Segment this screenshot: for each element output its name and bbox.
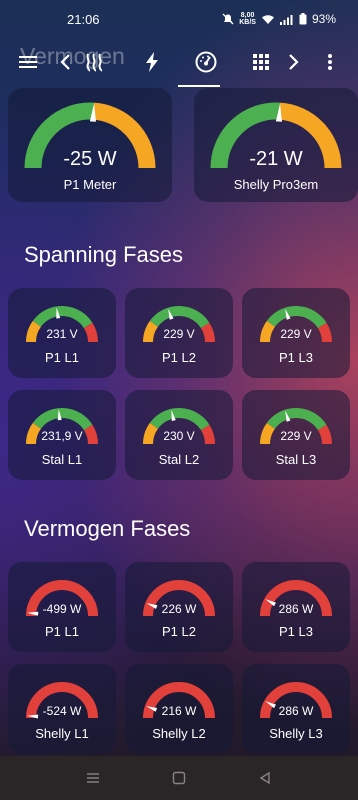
back-icon[interactable]	[258, 771, 272, 785]
mute-icon	[222, 13, 234, 25]
gauge-value: 229 V	[163, 327, 195, 341]
recent-apps-icon[interactable]	[86, 772, 100, 784]
gauge-value: 230 V	[163, 429, 195, 443]
status-time: 21:06	[67, 11, 100, 27]
gauge-label: P1 L3	[279, 624, 313, 639]
gauge-value: 286 W	[278, 704, 314, 718]
gauge-value: -21 W	[249, 148, 303, 170]
lightning-icon[interactable]	[140, 50, 164, 74]
gauge-value: -499 W	[42, 602, 82, 616]
gauge-arc-segment	[32, 306, 93, 329]
gauge-label: P1 L1	[45, 350, 79, 365]
signal-icon	[279, 14, 294, 25]
gauge-label: Stal L3	[275, 452, 317, 467]
chevron-left-icon[interactable]	[54, 50, 78, 74]
gauge-value: 216 W	[161, 704, 197, 718]
gauge-label: Stal L2	[158, 452, 200, 467]
gauge-card[interactable]: 286 W P1 L3	[242, 562, 350, 652]
status-bar: 21:06 8,00 KB/S 93%	[0, 0, 358, 38]
gauge-card[interactable]: 216 W Shelly L2	[125, 664, 233, 754]
status-icons: 8,00 KB/S 93%	[222, 12, 336, 26]
gauge-card[interactable]: 226 W P1 L2	[125, 562, 233, 652]
gauge-card[interactable]: -499 W P1 L1	[8, 562, 116, 652]
battery-icon	[299, 13, 307, 25]
chevron-right-icon[interactable]	[281, 50, 305, 74]
section-title-power: Vermogen Fases	[24, 516, 191, 541]
gauge-arc-segment	[149, 306, 210, 329]
gauge-card[interactable]: -21 W Shelly Pro3em	[194, 88, 358, 202]
gauge-label: Shelly L2	[152, 726, 206, 741]
gauge-value: -524 W	[42, 704, 82, 718]
gauge-arc-segment	[149, 408, 210, 431]
grid-icon[interactable]	[249, 50, 273, 74]
heat-wave-icon[interactable]	[82, 50, 106, 74]
gauge-icon[interactable]	[194, 50, 218, 74]
gauge-value: -25 W	[63, 148, 117, 170]
gauge-label: Shelly L3	[269, 726, 323, 741]
gauge-label: Shelly L1	[35, 726, 89, 741]
gauge-label: P1 L2	[162, 350, 196, 365]
active-tab-indicator	[178, 85, 220, 87]
gauge-value: 229 V	[280, 327, 312, 341]
more-options-icon[interactable]	[318, 50, 342, 74]
menu-icon[interactable]	[16, 50, 40, 74]
gauge-arc-segment	[32, 408, 93, 431]
gauge-arc-segment	[266, 408, 327, 431]
gauge-value: 229 V	[280, 429, 312, 443]
gauge-card[interactable]: 231 V P1 L1	[8, 288, 116, 378]
gauge-label: Stal L1	[41, 452, 83, 467]
gauge-card[interactable]: 230 V Stal L2	[125, 390, 233, 480]
gauge-card[interactable]: -25 W P1 Meter	[8, 88, 172, 202]
gauge-card[interactable]: 286 W Shelly L3	[242, 664, 350, 754]
gauge-arc-segment	[266, 306, 327, 329]
gauge-label: P1 L1	[45, 624, 79, 639]
gauge-label: P1 L2	[162, 624, 196, 639]
net-speed: 8,00 KB/S	[239, 12, 256, 26]
gauge-label: P1 Meter	[63, 177, 117, 192]
gauge-label: P1 L3	[279, 350, 313, 365]
gauge-card[interactable]: 229 V P1 L3	[242, 288, 350, 378]
top-toolbar: Vermogen	[0, 38, 358, 88]
gauge-card[interactable]: 229 V P1 L2	[125, 288, 233, 378]
section-title-voltage: Spanning Fases	[24, 242, 183, 267]
gauge-value: 226 W	[161, 602, 197, 616]
battery-percent: 93%	[311, 12, 336, 26]
gauge-card[interactable]: 229 V Stal L3	[242, 390, 350, 480]
gauge-label: Shelly Pro3em	[233, 177, 319, 192]
net-speed-value: 8,00	[240, 12, 255, 19]
gauge-value: 231,9 V	[41, 429, 83, 443]
system-nav-bar	[0, 756, 358, 800]
home-icon[interactable]	[172, 771, 186, 785]
gauge-value: 286 W	[278, 602, 314, 616]
gauge-card[interactable]: 231,9 V Stal L1	[8, 390, 116, 480]
gauge-card[interactable]: -524 W Shelly L1	[8, 664, 116, 754]
net-speed-unit: KB/S	[239, 19, 256, 26]
wifi-icon	[261, 14, 275, 25]
gauge-value: 231 V	[46, 327, 78, 341]
